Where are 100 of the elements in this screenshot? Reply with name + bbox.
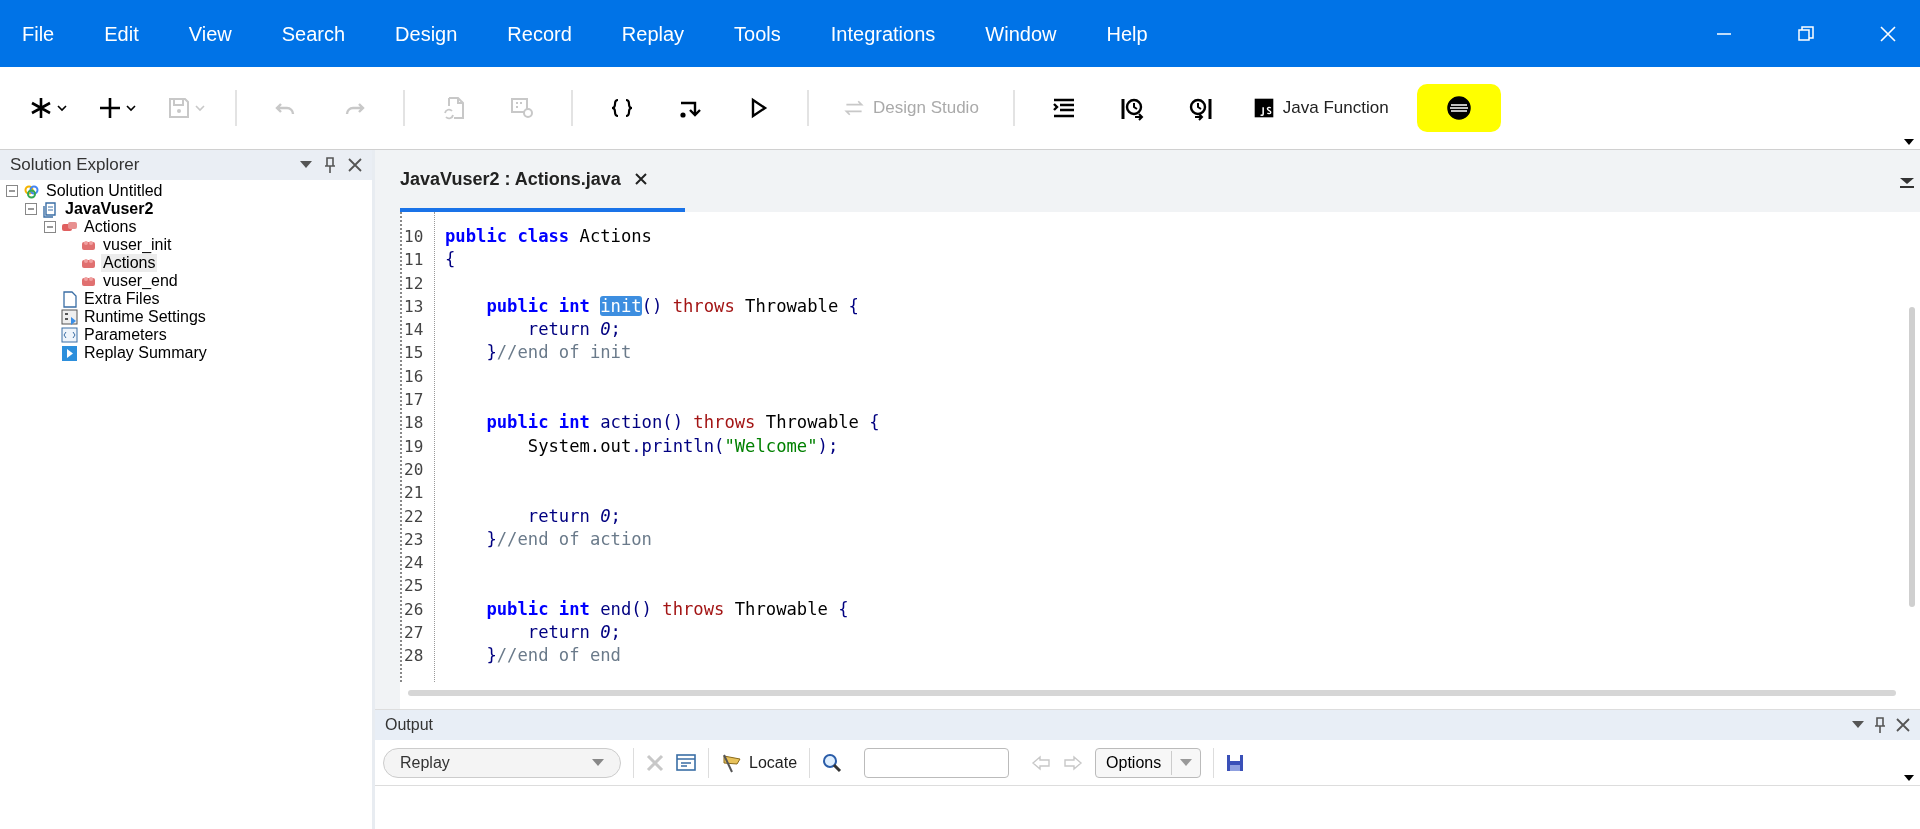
code-token: Throwable	[733, 598, 828, 619]
code-token: return	[526, 622, 591, 643]
code-token: //end of end	[496, 645, 621, 666]
collapse-icon[interactable]	[44, 221, 56, 233]
code-token: }	[485, 645, 497, 666]
code-token: //end of action	[496, 528, 652, 549]
tree-item[interactable]: Replay Summary	[82, 344, 209, 362]
close-icon[interactable]	[1896, 718, 1910, 732]
tree-item[interactable]: vuser_init	[101, 236, 174, 254]
code-token: throws	[661, 598, 725, 619]
code-token: return	[526, 505, 591, 526]
editor-tab[interactable]: JavaVuser2 : Actions.java	[400, 150, 685, 212]
menu-item[interactable]: Search	[279, 14, 348, 53]
menu-item[interactable]: Record	[505, 14, 574, 53]
line-number: 21	[404, 482, 425, 505]
code-token: ;	[610, 622, 621, 643]
line-number: 15	[404, 342, 425, 365]
menu-item[interactable]: File	[20, 14, 57, 53]
caret-icon	[195, 104, 205, 112]
panel-title: Output	[385, 715, 434, 735]
menu-item[interactable]: Help	[1104, 14, 1150, 53]
search-icon[interactable]	[822, 752, 843, 773]
code-token: public int	[485, 412, 590, 433]
code-token: ;	[610, 505, 621, 526]
locate-button[interactable]: Locate	[721, 750, 798, 775]
tree-item[interactable]: Parameters	[82, 326, 169, 344]
line-number: 28	[404, 645, 425, 668]
restore-icon[interactable]	[1796, 23, 1816, 44]
caret-icon	[126, 104, 136, 112]
code-token: {	[868, 412, 880, 433]
overflow-caret-icon[interactable]	[1904, 139, 1914, 145]
code-token: {	[445, 249, 456, 270]
menu-item[interactable]: Integrations	[828, 14, 938, 53]
grid-settings-icon	[509, 95, 535, 121]
code-token: throws	[692, 412, 756, 433]
line-number: 11	[404, 249, 425, 272]
flag-icon	[721, 752, 743, 773]
close-icon[interactable]	[634, 173, 647, 185]
code-token: );	[817, 435, 839, 456]
code-token: }	[485, 342, 497, 363]
code-token: public int	[485, 598, 590, 619]
settings-icon	[61, 308, 78, 326]
pin-icon[interactable]	[324, 157, 336, 173]
line-number: 26	[404, 598, 425, 621]
code-token: System.out	[526, 435, 632, 456]
code-token: "Welcome"	[724, 435, 818, 456]
line-number: 10	[404, 226, 425, 248]
code-token: Actions	[578, 226, 652, 246]
code-token: ()	[641, 295, 663, 316]
menu-item[interactable]: Window	[983, 14, 1059, 53]
tree-item[interactable]: Extra Files	[82, 290, 162, 308]
java-function-button[interactable]: Java Function	[1242, 88, 1399, 128]
search-field[interactable]	[864, 747, 1010, 778]
line-number: 20	[404, 458, 425, 481]
panel-title: Solution Explorer	[10, 154, 140, 177]
line-number: 16	[404, 365, 425, 388]
tree-item[interactable]: JavaVuser2	[63, 200, 156, 218]
code-token: {	[847, 295, 859, 316]
js-icon	[1252, 97, 1275, 119]
options-button[interactable]: Options	[1095, 747, 1202, 778]
tree-item[interactable]: vuser_end	[101, 272, 180, 290]
caret-icon	[592, 759, 604, 766]
dropdown-caret-icon[interactable]	[1852, 721, 1864, 729]
menu-item[interactable]: Design	[393, 14, 460, 53]
line-number: 17	[404, 389, 425, 412]
code-token: 0	[600, 319, 611, 340]
code-token: end()	[599, 598, 652, 619]
code-token: 0	[600, 622, 611, 643]
dropdown-caret-icon[interactable]	[300, 161, 312, 169]
replay-dropdown[interactable]: Replay	[383, 747, 621, 778]
code-document-icon	[61, 326, 78, 344]
code-token: }	[485, 528, 497, 549]
pin-icon[interactable]	[1874, 717, 1886, 733]
selected-text: init	[600, 295, 642, 316]
code-token: Throwable	[744, 295, 839, 316]
code-token: 0	[600, 505, 611, 526]
line-number: 27	[404, 622, 425, 645]
collapse-icon[interactable]	[25, 203, 37, 215]
document-icon	[61, 290, 78, 308]
document-refresh-icon	[441, 95, 467, 121]
tree-item[interactable]: Solution Untitled	[44, 182, 165, 200]
code-token: public int	[485, 295, 591, 316]
menu-item[interactable]: Replay	[619, 14, 687, 53]
collapse-icon[interactable]	[6, 185, 18, 197]
toolbar-button[interactable]	[1416, 84, 1501, 132]
overflow-caret-icon[interactable]	[1904, 775, 1914, 781]
tab-list-icon[interactable]	[1900, 178, 1914, 190]
line-number: 24	[404, 552, 425, 575]
tree-item[interactable]: Runtime Settings	[82, 308, 208, 326]
line-number: 25	[404, 575, 425, 598]
code-token: {	[837, 598, 849, 619]
tree-item[interactable]: Actions	[82, 218, 139, 236]
window-icon[interactable]	[676, 753, 696, 772]
tree-item[interactable]: Actions	[101, 254, 158, 272]
save-icon[interactable]	[1226, 753, 1245, 772]
menu-item[interactable]: Edit	[102, 14, 141, 53]
close-icon[interactable]	[348, 158, 362, 172]
menu-item[interactable]: Tools	[732, 14, 783, 53]
menu-item[interactable]: View	[186, 14, 234, 53]
striped-circle-icon	[1445, 95, 1472, 121]
